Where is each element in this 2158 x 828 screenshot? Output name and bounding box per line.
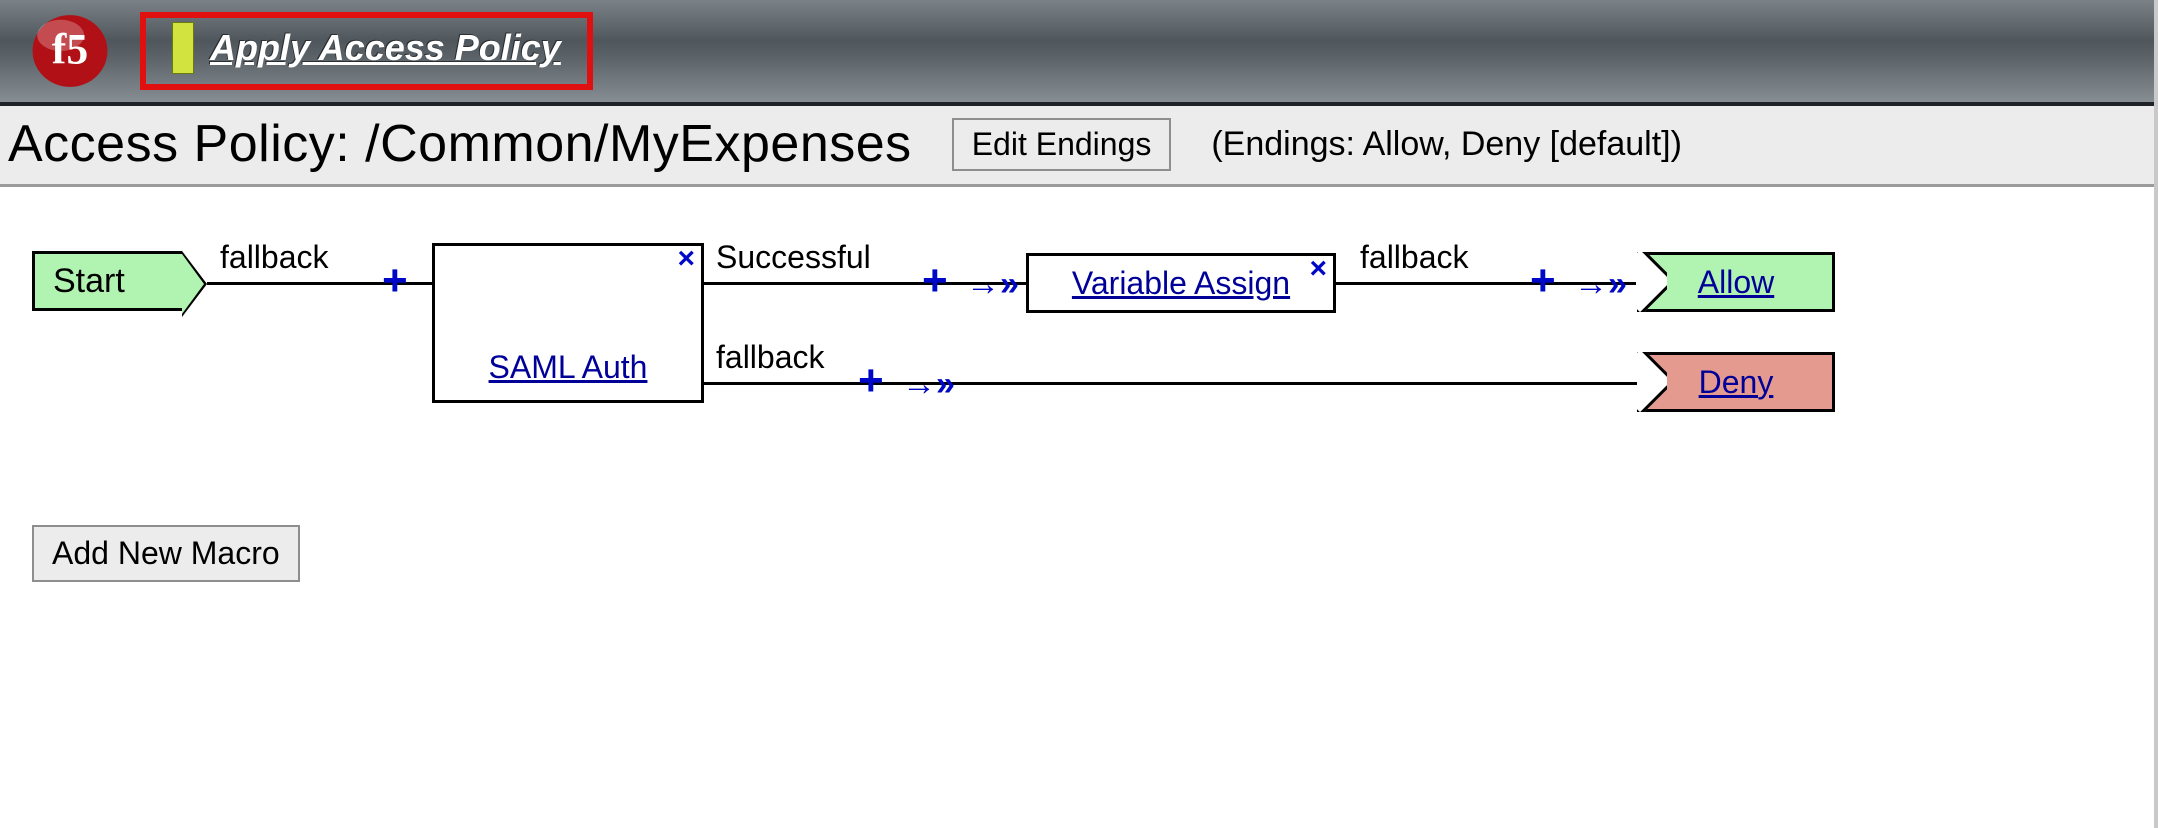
swap-branch-icon[interactable]: →» [966,267,1019,301]
flow-ending-deny-label: Deny [1699,364,1774,401]
policy-title: Access Policy: /Common/MyExpenses [8,114,912,174]
edge-label: fallback [716,339,825,376]
ending-notch-icon [1637,252,1667,312]
delete-node-icon[interactable]: × [1309,252,1327,286]
flow-ending-allow-label: Allow [1698,264,1774,301]
flow-ending-allow[interactable]: Allow [1640,252,1835,312]
flow-start-label: Start [53,262,125,301]
edge-label: fallback [220,239,329,276]
flow-node-saml-auth-label: SAML Auth [489,349,648,386]
swap-branch-icon[interactable]: →» [902,367,955,401]
svg-text:f5: f5 [52,25,88,73]
add-new-macro-button[interactable]: Add New Macro [32,525,300,582]
scrollbar-gutter [2154,0,2158,828]
logo-wrap: f5 [0,12,140,90]
apply-access-policy-highlight: Apply Access Policy [140,12,593,90]
swap-branch-icon[interactable]: →» [1574,267,1627,301]
f5-logo-icon: f5 [31,12,109,90]
footer-area: Add New Macro [0,507,300,582]
policy-title-bar: Access Policy: /Common/MyExpenses Edit E… [0,106,2158,187]
edge-label: fallback [1360,239,1469,276]
edge-label: Successful [716,239,871,276]
delete-node-icon[interactable]: × [677,242,695,276]
flow-node-saml-auth[interactable]: SAML Auth × [432,243,704,403]
flow-connector [704,382,1640,385]
add-action-button[interactable]: + [922,259,948,303]
add-action-button[interactable]: + [858,359,884,403]
add-action-button[interactable]: + [1530,259,1556,303]
flow-node-variable-assign[interactable]: Variable Assign × [1026,253,1336,313]
flow-node-variable-assign-label: Variable Assign [1072,265,1290,302]
flow-ending-deny[interactable]: Deny [1640,352,1835,412]
apply-access-policy-link[interactable]: Apply Access Policy [210,27,561,69]
endings-summary: (Endings: Allow, Deny [default]) [1211,125,1682,164]
edit-endings-button[interactable]: Edit Endings [952,118,1172,171]
add-action-button[interactable]: + [382,259,408,303]
flow-start-arrow-icon [182,251,207,317]
flow-start-node: Start [32,251,182,311]
pending-changes-icon [172,22,194,74]
header-bar: f5 Apply Access Policy [0,0,2158,106]
policy-flow-canvas: Start fallback + SAML Auth × Successful … [0,187,2158,617]
ending-notch-icon [1637,352,1667,412]
